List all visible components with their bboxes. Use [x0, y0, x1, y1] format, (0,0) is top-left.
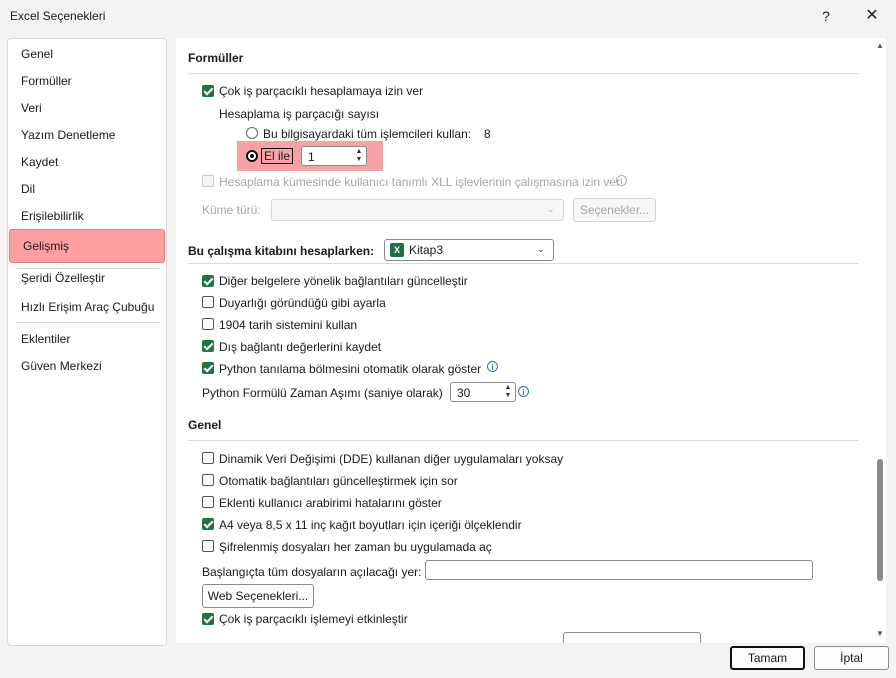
section-divider — [188, 263, 858, 264]
options-content: Formüller Çok iş parçacıklı hesaplamaya … — [176, 38, 874, 643]
sidebar-item-guven-merkezi[interactable]: Güven Merkezi — [8, 353, 166, 379]
info-icon: i — [616, 175, 627, 186]
scale-paper-label: A4 veya 8,5 x 11 inç kağıt boyutları içi… — [219, 518, 522, 532]
manual-thread-stepper[interactable]: 1 ▲ ▼ — [301, 146, 367, 166]
update-links-label: Diğer belgelere yönelik bağlantıları gün… — [219, 274, 468, 288]
help-icon[interactable]: ? — [816, 6, 836, 26]
date1904-checkbox[interactable] — [202, 318, 214, 330]
save-external-values-checkbox[interactable] — [202, 340, 214, 352]
precision-label: Duyarlığı göründüğü gibi ayarla — [219, 296, 386, 310]
date1904-label: 1904 tarih sistemini kullan — [219, 318, 358, 332]
section-title-workbook: Bu çalışma kitabını hesaplarken: — [188, 244, 375, 258]
info-icon[interactable]: i — [487, 361, 498, 372]
addin-errors-label: Eklenti kullanıcı arabirimi hatalarını g… — [219, 496, 442, 510]
section-title-general: Genel — [188, 418, 222, 432]
workbook-select-value: Kitap3 — [409, 243, 444, 257]
precision-checkbox[interactable] — [202, 296, 214, 308]
python-diagnostics-label: Python tanılama bölmesini otomatik olara… — [219, 362, 482, 376]
web-options-button[interactable]: Web Seçenekleri... — [202, 584, 314, 608]
excel-icon: X — [390, 243, 404, 257]
partial-row-button[interactable] — [563, 632, 701, 643]
scale-paper-checkbox[interactable] — [202, 518, 214, 530]
sidebar-item-dil[interactable]: Dil — [8, 176, 166, 202]
close-icon[interactable]: ✕ — [862, 6, 882, 26]
all-processors-label: Bu bilgisayardaki tüm işlemcileri kullan… — [263, 127, 472, 141]
all-processors-radio[interactable] — [246, 127, 258, 139]
sidebar-item-formuller[interactable]: Formüller — [8, 68, 166, 94]
startup-folder-label: Başlangıçta tüm dosyaların açılacağı yer… — [202, 565, 422, 579]
manual-radio[interactable] — [246, 150, 258, 162]
window-title: Excel Seçenekleri — [10, 9, 106, 23]
cluster-type-select[interactable]: ⌄ — [271, 199, 564, 221]
open-encrypted-checkbox[interactable] — [202, 540, 214, 552]
ignore-dde-label: Dinamik Veri Değişimi (DDE) kullanan diğ… — [219, 452, 564, 466]
stepper-arrows-icon[interactable]: ▲ ▼ — [354, 148, 364, 164]
sidebar-item-erisilebilirlik[interactable]: Erişilebilirlik — [8, 203, 166, 229]
python-timeout-stepper[interactable]: 30 ▲ ▼ — [450, 382, 516, 402]
sidebar-item-hizli-erisim[interactable]: Hızlı Erişim Araç Çubuğu — [8, 294, 166, 320]
workbook-select[interactable]: X Kitap3 ⌄ — [384, 239, 554, 261]
xll-cluster-checkbox[interactable] — [202, 175, 214, 187]
sidebar: Genel Formüller Veri Yazım Denetleme Kay… — [7, 38, 167, 646]
thread-count-label: Hesaplama iş parçacığı sayısı — [219, 107, 380, 121]
cluster-options-button[interactable]: Seçenekler... — [573, 198, 656, 222]
sidebar-item-yazim-denetleme[interactable]: Yazım Denetleme — [8, 122, 166, 148]
content-scrollbar[interactable]: ▲ ▼ — [874, 38, 886, 643]
cancel-button[interactable]: İptal — [814, 646, 889, 670]
save-external-values-label: Dış bağlantı değerlerini kaydet — [219, 340, 382, 354]
manual-label: El ile — [261, 148, 294, 164]
processor-count: 8 — [484, 127, 491, 141]
sidebar-item-veri[interactable]: Veri — [8, 95, 166, 121]
cluster-type-label: Küme türü: — [202, 203, 261, 217]
sidebar-item-kaydet[interactable]: Kaydet — [8, 149, 166, 175]
stepper-arrows-icon[interactable]: ▲ ▼ — [503, 384, 513, 400]
chevron-down-icon: ⌄ — [546, 204, 555, 215]
sidebar-divider — [16, 322, 160, 323]
section-divider — [188, 73, 858, 74]
ask-update-links-checkbox[interactable] — [202, 474, 214, 486]
multithread-processing-checkbox[interactable] — [202, 613, 214, 625]
multithread-processing-label: Çok iş parçacıklı işlemeyi etkinleştir — [219, 612, 408, 626]
section-title-formulas: Formüller — [188, 51, 244, 65]
manual-thread-value: 1 — [308, 150, 315, 164]
info-icon[interactable]: i — [518, 386, 529, 397]
ask-update-links-label: Otomatik bağlantıları güncelleştirmek iç… — [219, 474, 458, 488]
scroll-thumb[interactable] — [877, 459, 883, 581]
sidebar-item-gelismis[interactable]: Gelişmiş — [9, 229, 165, 263]
addin-errors-checkbox[interactable] — [202, 496, 214, 508]
python-diagnostics-checkbox[interactable] — [202, 362, 214, 374]
ok-button[interactable]: Tamam — [730, 646, 805, 670]
chevron-down-icon: ⌄ — [536, 244, 545, 255]
sidebar-item-seridi-ozellestir[interactable]: Şeridi Özelleştir — [8, 265, 166, 291]
open-encrypted-label: Şifrelenmiş dosyaları her zaman bu uygul… — [219, 540, 492, 554]
title-bar: Excel Seçenekleri ? ✕ — [0, 0, 896, 32]
scroll-down-icon[interactable]: ▼ — [874, 628, 886, 640]
ignore-dde-checkbox[interactable] — [202, 452, 214, 464]
scroll-up-icon[interactable]: ▲ — [874, 40, 886, 52]
sidebar-item-eklentiler[interactable]: Eklentiler — [8, 326, 166, 352]
multithread-calc-label: Çok iş parçacıklı hesaplamaya izin ver — [219, 84, 424, 98]
python-timeout-label: Python Formülü Zaman Aşımı (saniye olara… — [202, 386, 443, 400]
multithread-calc-checkbox[interactable] — [202, 85, 214, 97]
sidebar-item-genel[interactable]: Genel — [8, 41, 166, 67]
section-divider — [188, 440, 858, 441]
xll-cluster-label: Hesaplama kümesinde kullanıcı tanımlı XL… — [219, 175, 621, 189]
update-links-checkbox[interactable] — [202, 275, 214, 287]
startup-folder-input[interactable] — [425, 560, 813, 580]
python-timeout-value: 30 — [457, 386, 471, 400]
